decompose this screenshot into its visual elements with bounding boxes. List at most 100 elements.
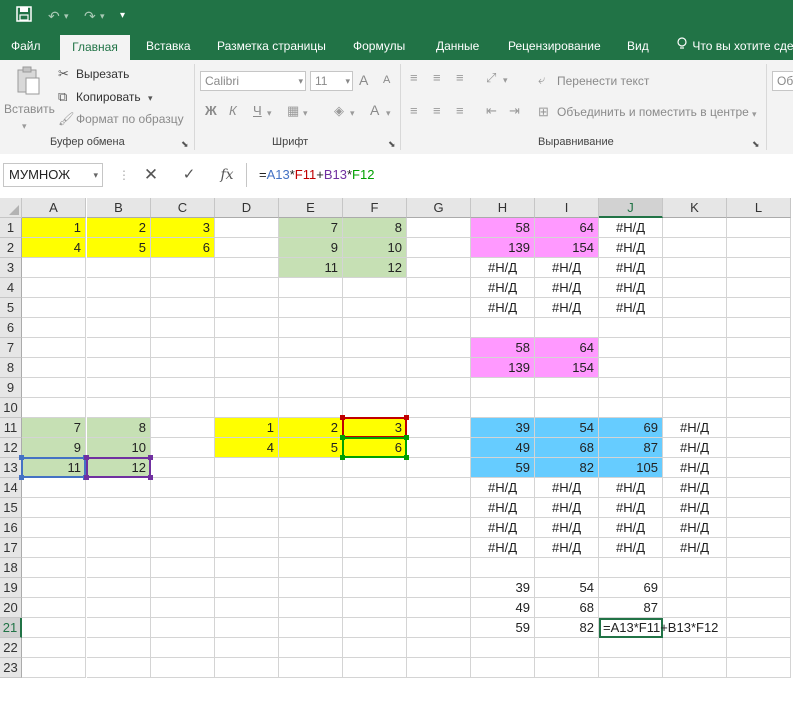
cell-h23[interactable]: [471, 658, 535, 678]
cell-j16[interactable]: #Н/Д: [599, 518, 663, 538]
merge-dropdown-icon[interactable]: ▾: [752, 106, 757, 122]
cell-c10[interactable]: [151, 398, 215, 418]
row-header-17[interactable]: 17: [0, 538, 22, 558]
align-top-icon[interactable]: ≡: [410, 70, 418, 86]
cell-i16[interactable]: #Н/Д: [535, 518, 599, 538]
cell-g1[interactable]: [407, 218, 471, 238]
cell-d4[interactable]: [215, 278, 279, 298]
cell-h21[interactable]: 59: [471, 618, 535, 638]
cell-b20[interactable]: [87, 598, 151, 618]
cell-i5[interactable]: #Н/Д: [535, 298, 599, 318]
cell-l20[interactable]: [727, 598, 791, 618]
cell-b3[interactable]: [87, 258, 151, 278]
cell-j4[interactable]: #Н/Д: [599, 278, 663, 298]
cell-a22[interactable]: [22, 638, 86, 658]
cell-l10[interactable]: [727, 398, 791, 418]
range-resize-handle[interactable]: [340, 415, 345, 420]
cell-a12[interactable]: 9: [22, 438, 86, 458]
cell-a3[interactable]: [22, 258, 86, 278]
cell-h19[interactable]: 39: [471, 578, 535, 598]
cell-f10[interactable]: [343, 398, 407, 418]
cell-c3[interactable]: [151, 258, 215, 278]
cell-h7[interactable]: 58: [471, 338, 535, 358]
cell-k1[interactable]: [663, 218, 727, 238]
cell-a18[interactable]: [22, 558, 86, 578]
cell-k19[interactable]: [663, 578, 727, 598]
copy-dropdown-icon[interactable]: ▾: [148, 90, 153, 106]
cell-a20[interactable]: [22, 598, 86, 618]
cell-c13[interactable]: [151, 458, 215, 478]
cell-g23[interactable]: [407, 658, 471, 678]
shrink-font-button[interactable]: A: [383, 74, 390, 86]
borders-icon[interactable]: ▦: [287, 103, 299, 119]
cell-d7[interactable]: [215, 338, 279, 358]
cell-i1[interactable]: 64: [535, 218, 599, 238]
tab-data[interactable]: Данные: [436, 32, 479, 60]
cell-i15[interactable]: #Н/Д: [535, 498, 599, 518]
cell-j23[interactable]: [599, 658, 663, 678]
row-header-4[interactable]: 4: [0, 278, 22, 298]
cell-g16[interactable]: [407, 518, 471, 538]
row-header-22[interactable]: 22: [0, 638, 22, 658]
row-header-15[interactable]: 15: [0, 498, 22, 518]
tab-home[interactable]: Главная: [60, 35, 130, 60]
cell-k9[interactable]: [663, 378, 727, 398]
cell-f4[interactable]: [343, 278, 407, 298]
orientation-dropdown-icon[interactable]: ▾: [503, 72, 508, 88]
range-resize-handle[interactable]: [19, 475, 24, 480]
cell-c12[interactable]: [151, 438, 215, 458]
cell-i8[interactable]: 154: [535, 358, 599, 378]
cell-l22[interactable]: [727, 638, 791, 658]
cell-c22[interactable]: [151, 638, 215, 658]
cell-c14[interactable]: [151, 478, 215, 498]
paste-icon[interactable]: [14, 66, 42, 98]
cell-l17[interactable]: [727, 538, 791, 558]
cell-d12[interactable]: 4: [215, 438, 279, 458]
cell-l19[interactable]: [727, 578, 791, 598]
row-header-11[interactable]: 11: [0, 418, 22, 438]
cell-h20[interactable]: 49: [471, 598, 535, 618]
cell-e15[interactable]: [279, 498, 343, 518]
range-resize-handle[interactable]: [84, 455, 89, 460]
cell-g13[interactable]: [407, 458, 471, 478]
tab-formulas[interactable]: Формулы: [353, 32, 405, 60]
cell-c2[interactable]: 6: [151, 238, 215, 258]
cell-g21[interactable]: [407, 618, 471, 638]
cell-j10[interactable]: [599, 398, 663, 418]
cell-b9[interactable]: [87, 378, 151, 398]
cell-d11[interactable]: 1: [215, 418, 279, 438]
cell-f2[interactable]: 10: [343, 238, 407, 258]
cell-c17[interactable]: [151, 538, 215, 558]
cell-k8[interactable]: [663, 358, 727, 378]
cell-i2[interactable]: 154: [535, 238, 599, 258]
cell-e4[interactable]: [279, 278, 343, 298]
align-center-icon[interactable]: ≡: [433, 103, 441, 119]
column-header-h[interactable]: H: [471, 198, 535, 218]
cell-d16[interactable]: [215, 518, 279, 538]
cell-f1[interactable]: 8: [343, 218, 407, 238]
cell-a9[interactable]: [22, 378, 86, 398]
cell-g10[interactable]: [407, 398, 471, 418]
orientation-icon[interactable]: ⤢: [486, 70, 496, 86]
font-launcher-icon[interactable]: ⬊: [388, 136, 396, 152]
cell-j14[interactable]: #Н/Д: [599, 478, 663, 498]
cell-i7[interactable]: 64: [535, 338, 599, 358]
cell-a23[interactable]: [22, 658, 86, 678]
cell-i12[interactable]: 68: [535, 438, 599, 458]
redo-dropdown-icon[interactable]: ▾: [100, 6, 105, 26]
cell-b15[interactable]: [87, 498, 151, 518]
font-name-combo[interactable]: Calibri ▾: [200, 71, 306, 91]
cell-b6[interactable]: [87, 318, 151, 338]
cell-b2[interactable]: 5: [87, 238, 151, 258]
cell-f23[interactable]: [343, 658, 407, 678]
range-resize-handle[interactable]: [404, 415, 409, 420]
cell-e7[interactable]: [279, 338, 343, 358]
cell-b17[interactable]: [87, 538, 151, 558]
grow-font-button[interactable]: A: [359, 72, 368, 88]
cell-e23[interactable]: [279, 658, 343, 678]
cell-e8[interactable]: [279, 358, 343, 378]
cell-h2[interactable]: 139: [471, 238, 535, 258]
undo-icon[interactable]: ↶: [48, 6, 60, 26]
cell-b22[interactable]: [87, 638, 151, 658]
decrease-indent-icon[interactable]: ⇤: [486, 103, 497, 119]
